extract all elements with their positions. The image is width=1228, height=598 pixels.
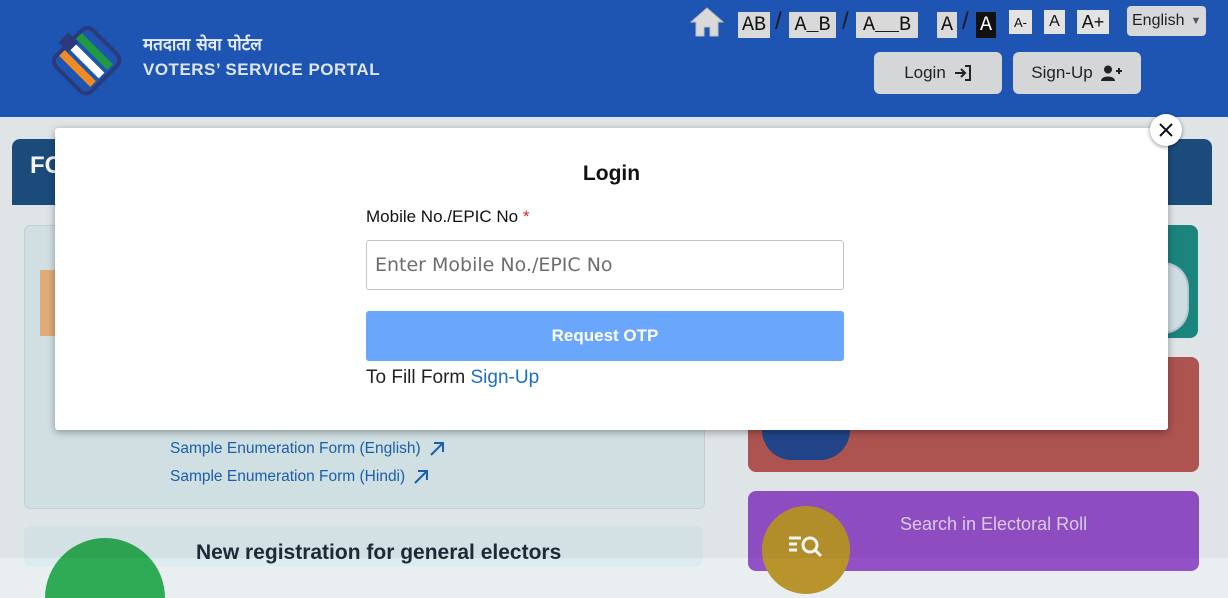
fill-form-prefix: To Fill Form — [366, 367, 471, 388]
request-otp-button[interactable]: Request OTP — [366, 311, 844, 361]
signup-link[interactable]: Sign-Up — [471, 367, 540, 388]
sign-in-icon — [954, 65, 971, 81]
signup-button[interactable]: Sign-Up — [1013, 52, 1141, 94]
user-plus-icon — [1100, 65, 1122, 81]
site-header: मतदाता सेवा पोर्टल VOTERS’ SERVICE PORTA… — [0, 0, 1228, 117]
fill-form-text: To Fill Form Sign-Up — [366, 367, 539, 389]
language-select[interactable]: English ▼ — [1127, 6, 1206, 36]
brand-english: VOTERS’ SERVICE PORTAL — [143, 60, 381, 79]
eci-logo-icon[interactable] — [46, 24, 126, 96]
mobile-epic-label: Mobile No./EPIC No * — [366, 207, 529, 227]
separator: / — [842, 8, 849, 35]
font-normal-button[interactable]: A — [1044, 10, 1065, 34]
brand-hindi: मतदाता सेवा पोर्टल — [143, 35, 262, 55]
modal-title: Login — [582, 162, 641, 185]
home-icon[interactable] — [689, 6, 725, 38]
mobile-epic-input[interactable] — [366, 240, 844, 290]
signup-button-label: Sign-Up — [1031, 63, 1093, 82]
required-asterisk: * — [522, 207, 530, 226]
language-selected-label: English — [1132, 12, 1185, 29]
login-button-label: Login — [904, 63, 946, 82]
font-increase-button[interactable]: A+ — [1077, 10, 1109, 34]
spacing-wide-button[interactable]: A_B — [789, 12, 836, 38]
separator: / — [775, 8, 782, 35]
contrast-normal-button[interactable]: A — [937, 12, 957, 38]
spacing-wider-button[interactable]: A__B — [856, 12, 918, 38]
separator: / — [962, 8, 969, 35]
field-label-text: Mobile No./EPIC No — [366, 207, 523, 226]
login-modal: Login Mobile No./EPIC No * Request OTP T… — [55, 128, 1168, 430]
close-modal-button[interactable] — [1150, 114, 1182, 146]
spacing-normal-button[interactable]: AB — [738, 12, 770, 38]
close-icon — [1159, 123, 1173, 137]
chevron-down-icon: ▼ — [1190, 15, 1202, 27]
login-button[interactable]: Login — [874, 52, 1002, 94]
font-decrease-button[interactable]: A- — [1009, 10, 1032, 34]
contrast-dark-button[interactable]: A — [976, 12, 996, 38]
